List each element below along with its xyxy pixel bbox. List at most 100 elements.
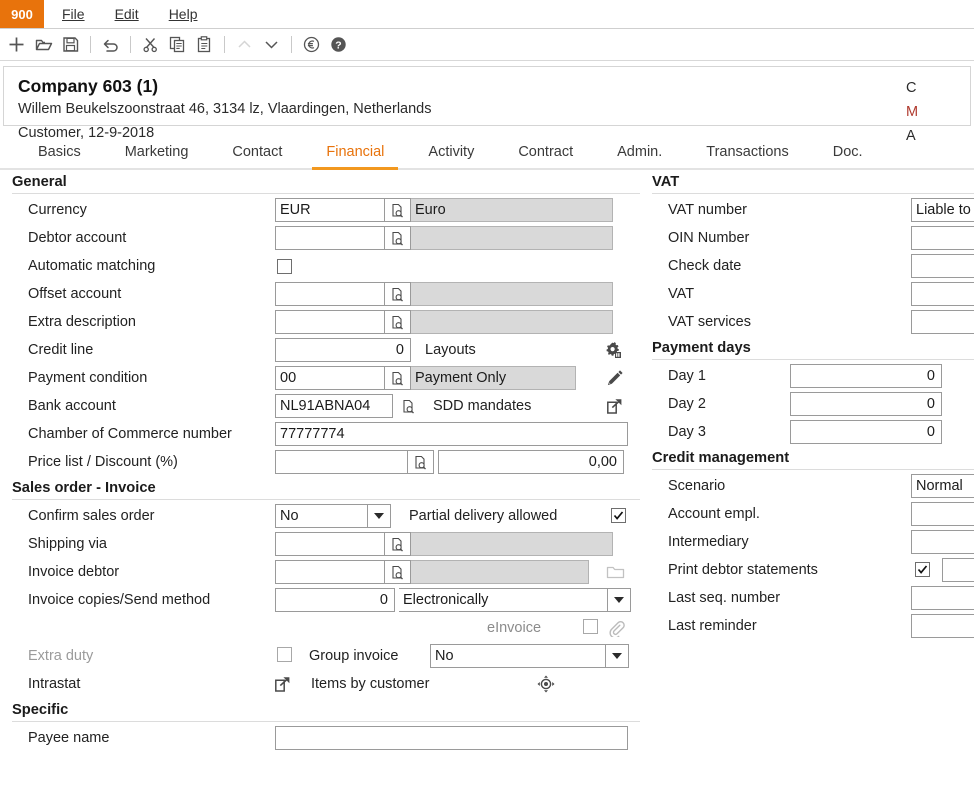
- label-day-2: Day 2: [668, 396, 706, 412]
- new-icon[interactable]: [4, 32, 29, 57]
- layouts-settings-icon[interactable]: [604, 341, 623, 360]
- external-link-icon[interactable]: [606, 397, 624, 415]
- sdd-mandates-label: SDD mandates: [433, 398, 532, 414]
- row-scenario: Scenario Normal: [640, 472, 974, 500]
- currency-lookup-icon[interactable]: [385, 198, 411, 222]
- einvoice-checkbox[interactable]: [583, 618, 598, 638]
- vat-services-input[interactable]: [911, 310, 974, 334]
- day-3-input[interactable]: 0: [790, 420, 942, 444]
- shipping-via-input[interactable]: [275, 532, 385, 556]
- price-list-input[interactable]: [275, 450, 408, 474]
- print-debtor-statements-extra-input[interactable]: [942, 558, 974, 582]
- confirm-sales-order-select[interactable]: No: [275, 504, 367, 528]
- menu-file[interactable]: File: [62, 6, 85, 22]
- toolbar-separator: [130, 36, 131, 53]
- save-icon[interactable]: [58, 32, 83, 57]
- tab-contact[interactable]: Contact: [210, 144, 304, 168]
- group-invoice-chevron-down-icon[interactable]: [605, 644, 629, 668]
- help-icon[interactable]: ?: [326, 32, 351, 57]
- credit-line-input[interactable]: 0: [275, 338, 411, 362]
- offset-account-lookup-icon[interactable]: [385, 282, 411, 306]
- payment-condition-code-input[interactable]: 00: [275, 366, 385, 390]
- vat-number-input[interactable]: Liable to: [911, 198, 974, 222]
- invoice-copies-input[interactable]: 0: [275, 588, 395, 612]
- label-invoice-debtor: Invoice debtor: [28, 564, 120, 580]
- partial-delivery-checkbox[interactable]: [611, 507, 626, 525]
- tab-marketing[interactable]: Marketing: [103, 144, 211, 168]
- items-by-customer-target-icon[interactable]: [536, 674, 556, 694]
- label-offset-account: Offset account: [28, 286, 122, 302]
- label-credit-line: Credit line: [28, 342, 94, 358]
- tab-admin[interactable]: Admin.: [595, 144, 684, 168]
- tab-transactions[interactable]: Transactions: [684, 144, 810, 168]
- account-empl-input[interactable]: [911, 502, 974, 526]
- bank-account-input[interactable]: NL91ABNA04: [275, 394, 393, 418]
- edit-pencil-icon[interactable]: [606, 369, 624, 387]
- open-folder-icon[interactable]: [31, 32, 56, 57]
- debtor-account-lookup-icon[interactable]: [385, 226, 411, 250]
- last-reminder-input[interactable]: [911, 614, 974, 638]
- chamber-of-commerce-input[interactable]: 77777774: [275, 422, 628, 446]
- intermediary-input[interactable]: [911, 530, 974, 554]
- print-debtor-statements-checkbox[interactable]: [915, 561, 930, 579]
- payment-condition-lookup-icon[interactable]: [385, 366, 411, 390]
- invoice-debtor-lookup-icon[interactable]: [385, 560, 411, 584]
- row-last-reminder: Last reminder: [640, 612, 974, 640]
- label-intrastat: Intrastat: [28, 676, 81, 692]
- debtor-account-input[interactable]: [275, 226, 385, 250]
- bank-account-lookup-icon[interactable]: [397, 394, 419, 418]
- paste-icon[interactable]: [192, 32, 217, 57]
- invoice-debtor-folder-icon[interactable]: [606, 564, 625, 581]
- chevron-up-icon[interactable]: [232, 32, 257, 57]
- attachment-paperclip-icon[interactable]: [608, 620, 625, 637]
- currency-code-input[interactable]: EUR: [275, 198, 385, 222]
- extra-description-lookup-icon[interactable]: [385, 310, 411, 334]
- tab-basics[interactable]: Basics: [16, 144, 103, 168]
- extra-duty-checkbox[interactable]: [277, 646, 292, 666]
- chevron-down-icon[interactable]: [259, 32, 284, 57]
- tab-activity[interactable]: Activity: [406, 144, 496, 168]
- label-payee-name: Payee name: [28, 730, 110, 746]
- cut-icon[interactable]: [138, 32, 163, 57]
- discount-input[interactable]: 0,00: [438, 450, 624, 474]
- last-seq-number-input[interactable]: [911, 586, 974, 610]
- confirm-sales-order-chevron-down-icon[interactable]: [367, 504, 391, 528]
- row-shipping-via: Shipping via: [0, 530, 640, 558]
- automatic-matching-checkbox[interactable]: [277, 258, 292, 274]
- intrastat-external-link-icon[interactable]: [274, 675, 292, 693]
- row-price-list-discount: Price list / Discount (%) 0,00: [0, 448, 640, 476]
- shipping-via-lookup-icon[interactable]: [385, 532, 411, 556]
- menu-help[interactable]: Help: [169, 6, 198, 22]
- label-bank-account: Bank account: [28, 398, 116, 414]
- euro-icon[interactable]: [299, 32, 324, 57]
- row-vat-services: VAT services: [640, 308, 974, 336]
- tab-contract[interactable]: Contract: [496, 144, 595, 168]
- tab-financial[interactable]: Financial: [304, 144, 406, 170]
- row-account-empl: Account empl.: [640, 500, 974, 528]
- section-payment-days: Payment days: [640, 336, 974, 362]
- record-header: Company 603 (1) Willem Beukelszoonstraat…: [3, 66, 971, 144]
- group-invoice-select[interactable]: No: [430, 644, 605, 668]
- row-print-debtor-statements: Print debtor statements: [640, 556, 974, 584]
- undo-icon[interactable]: [98, 32, 123, 57]
- layouts-label: Layouts: [425, 342, 476, 358]
- offset-account-description: [411, 282, 613, 306]
- send-method-select[interactable]: Electronically: [399, 588, 607, 612]
- oin-number-input[interactable]: [911, 226, 974, 250]
- day-2-input[interactable]: 0: [790, 392, 942, 416]
- tab-doc[interactable]: Doc.: [811, 144, 885, 168]
- scenario-select[interactable]: Normal: [911, 474, 974, 498]
- row-chamber-of-commerce: Chamber of Commerce number 77777774: [0, 420, 640, 448]
- vat-input[interactable]: [911, 282, 974, 306]
- offset-account-input[interactable]: [275, 282, 385, 306]
- price-list-lookup-icon[interactable]: [408, 450, 434, 474]
- extra-description-input[interactable]: [275, 310, 385, 334]
- send-method-chevron-down-icon[interactable]: [607, 588, 631, 612]
- check-date-input[interactable]: [911, 254, 974, 278]
- payee-name-input[interactable]: [275, 726, 628, 750]
- label-payment-condition: Payment condition: [28, 370, 148, 386]
- day-1-input[interactable]: 0: [790, 364, 942, 388]
- copy-icon[interactable]: [165, 32, 190, 57]
- menu-edit[interactable]: Edit: [115, 6, 139, 22]
- invoice-debtor-input[interactable]: [275, 560, 385, 584]
